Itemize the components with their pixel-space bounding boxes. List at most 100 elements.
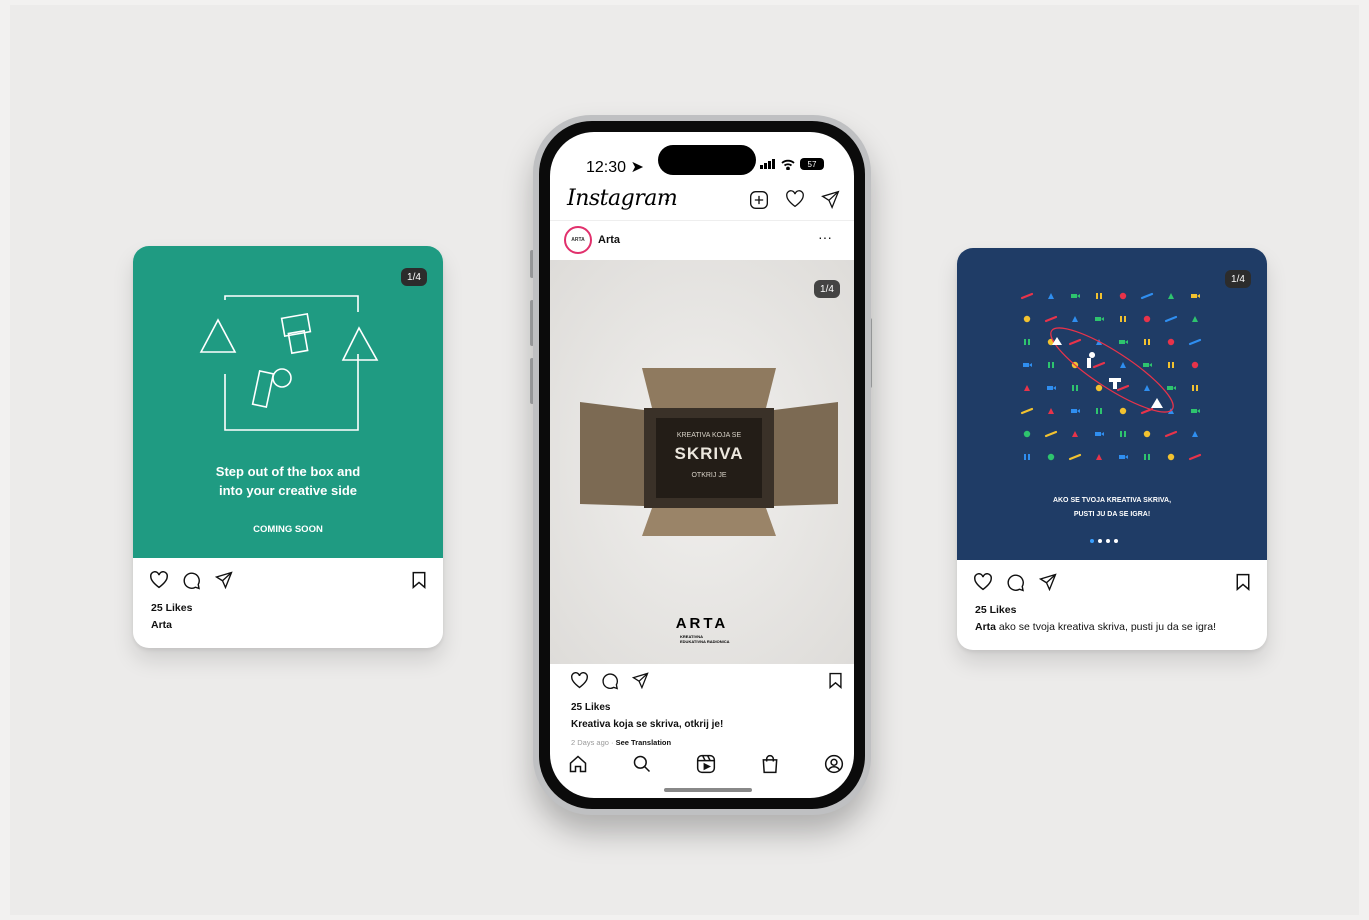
shop-icon[interactable] xyxy=(760,754,780,774)
pattern-shape xyxy=(1192,385,1198,391)
pattern-shape xyxy=(1023,363,1032,367)
direct-message-icon[interactable] xyxy=(821,190,840,209)
carousel-dot[interactable] xyxy=(1098,539,1102,543)
share-icon[interactable] xyxy=(1039,573,1057,591)
post-actions xyxy=(149,571,429,593)
pattern-shape xyxy=(1048,408,1054,414)
pattern-shape xyxy=(1044,430,1058,438)
pattern-shape xyxy=(1119,407,1127,415)
slide-counter: 1/4 xyxy=(814,280,840,298)
pattern-shape xyxy=(1120,362,1126,368)
pattern-shape xyxy=(1024,339,1030,345)
pattern-shape xyxy=(1068,453,1082,461)
heart-icon[interactable] xyxy=(570,672,589,689)
likes-count: 25 Likes xyxy=(975,604,1017,616)
carousel-dots xyxy=(1090,539,1118,543)
see-translation-link[interactable]: See Translation xyxy=(616,738,671,747)
pattern-shape xyxy=(1072,431,1078,437)
open-cardboard-box: KREATIVA KOJA SE SKRIVA OTKRIJ JE xyxy=(580,368,838,536)
chevron-down-icon[interactable]: ⌄ xyxy=(663,194,671,205)
bookmark-icon[interactable] xyxy=(411,571,427,589)
pattern-shape xyxy=(1096,454,1102,460)
pattern-shape xyxy=(1168,293,1174,299)
share-icon[interactable] xyxy=(632,672,649,689)
post-actions xyxy=(570,672,846,692)
avatar[interactable]: ARTA xyxy=(564,226,592,254)
pattern-shape xyxy=(1071,294,1080,298)
pattern-shape xyxy=(1119,340,1128,344)
carousel-dot[interactable] xyxy=(1106,539,1110,543)
pattern-shape xyxy=(1024,454,1030,460)
reels-icon[interactable] xyxy=(696,754,716,774)
wifi-icon xyxy=(781,159,795,170)
pattern-shape xyxy=(1144,385,1150,391)
pattern-shape xyxy=(1095,432,1104,436)
post-username[interactable]: Arta xyxy=(598,234,620,246)
comment-icon[interactable] xyxy=(1006,573,1025,592)
pattern-message: AKO SE TVOJA KREATIVA SKRIVA, PUSTI JU D… xyxy=(957,494,1267,522)
slide-counter: 1/4 xyxy=(1225,270,1251,288)
pattern-shape xyxy=(1188,338,1202,346)
shape-pattern-grid xyxy=(1020,292,1202,461)
pattern-message-line1: AKO SE TVOJA KREATIVA SKRIVA, xyxy=(1052,497,1172,504)
pattern-shape xyxy=(1164,315,1178,323)
pattern-shape xyxy=(1144,454,1150,460)
comment-icon[interactable] xyxy=(601,672,619,690)
post-caption: Kreativa koja se skriva, otkrij je! xyxy=(571,719,724,730)
profile-icon[interactable] xyxy=(824,754,844,774)
pattern-shape xyxy=(1072,385,1078,391)
pattern-shape xyxy=(1144,339,1150,345)
heart-icon[interactable] xyxy=(785,190,805,208)
caption-username[interactable]: Arta xyxy=(975,621,996,633)
pattern-shape xyxy=(1167,386,1176,390)
post-actions xyxy=(973,573,1253,595)
likes-count: 25 Likes xyxy=(151,602,193,614)
pattern-shape xyxy=(1096,408,1102,414)
pattern-shape xyxy=(1116,384,1130,392)
pattern-shape xyxy=(1167,453,1175,461)
phone-mockup: 12:30 ➤ 57 Instagram ⌄ ARTA Arta ··· 1/4 xyxy=(533,115,871,815)
bookmark-icon[interactable] xyxy=(828,672,843,689)
heart-icon[interactable] xyxy=(149,571,169,589)
pattern-shape xyxy=(1164,430,1178,438)
box-text-line2: OTKRIJ JE xyxy=(691,472,727,479)
post-header: ARTA Arta ··· xyxy=(550,220,854,258)
carousel-dot[interactable] xyxy=(1114,539,1118,543)
home-icon[interactable] xyxy=(568,754,588,774)
post-card-pattern[interactable]: 1/4 AKO SE TVOJA KREATIVA SKRIVA, PUSTI … xyxy=(957,248,1267,650)
box-text-headline: SKRIVA xyxy=(674,444,744,463)
more-options-icon[interactable]: ··· xyxy=(818,229,832,245)
pattern-shape xyxy=(1140,292,1154,300)
promo-subline: COMING SOON xyxy=(253,524,323,535)
carousel-dot[interactable] xyxy=(1090,539,1094,543)
bookmark-icon[interactable] xyxy=(1235,573,1251,591)
pattern-shape xyxy=(1143,315,1151,323)
box-text-line1: KREATIVA KOJA SE xyxy=(676,432,742,439)
battery-icon: 57 xyxy=(800,158,824,170)
pattern-shape xyxy=(1120,431,1126,437)
new-post-icon[interactable] xyxy=(749,190,769,210)
pattern-shape xyxy=(1119,455,1128,459)
pattern-shape xyxy=(1023,430,1031,438)
pattern-shape xyxy=(1191,294,1200,298)
post-media-box[interactable]: 1/4 KREATIVA KOJA SE SKRIVA OTKRIJ JE AR… xyxy=(550,260,854,664)
post-caption: Arta xyxy=(151,619,172,631)
meta-separator: · xyxy=(608,738,616,747)
pattern-shape xyxy=(1020,292,1034,300)
post-card-coming-soon[interactable]: 1/4 Step out of the box and into your cr… xyxy=(133,246,443,648)
instagram-logo[interactable]: Instagram xyxy=(567,186,678,211)
time-ago: 2 Days ago xyxy=(571,738,609,747)
phone-bezel: 12:30 ➤ 57 Instagram ⌄ ARTA Arta ··· 1/4 xyxy=(539,121,865,809)
highlighted-shape xyxy=(1151,398,1163,408)
caption-username[interactable]: Arta xyxy=(151,619,172,631)
home-indicator[interactable] xyxy=(664,788,752,792)
heart-icon[interactable] xyxy=(973,573,993,591)
highlighted-shape xyxy=(1087,352,1096,368)
search-icon[interactable] xyxy=(632,754,652,774)
pattern-shape xyxy=(1143,363,1152,367)
post-caption: Arta ako se tvoja kreativa skriva, pusti… xyxy=(975,621,1216,633)
share-icon[interactable] xyxy=(215,571,233,589)
pattern-shape xyxy=(1071,409,1080,413)
comment-icon[interactable] xyxy=(182,571,201,590)
caption-text: ako se tvoja kreativa skriva, pusti ju d… xyxy=(996,621,1217,633)
